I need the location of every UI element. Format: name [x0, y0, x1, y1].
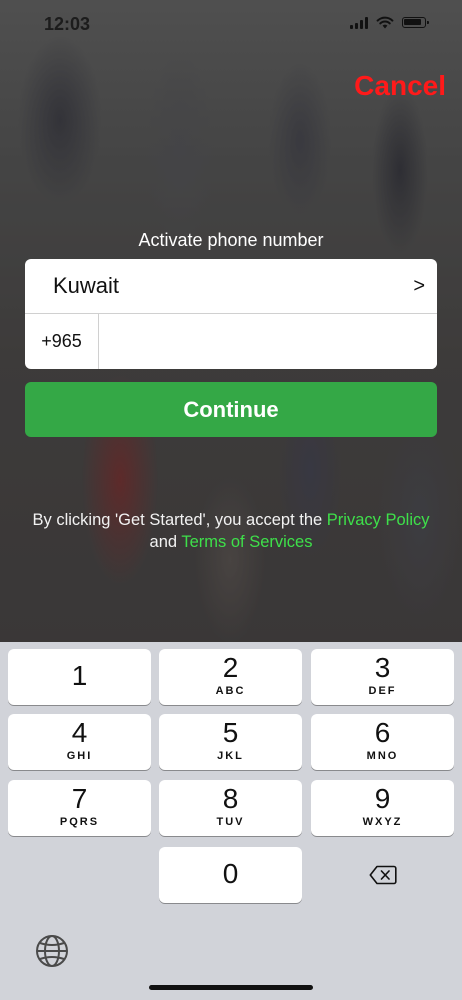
key-4[interactable]: 4 GHI	[8, 714, 151, 770]
key-6[interactable]: 6 MNO	[311, 714, 454, 770]
key-8[interactable]: 8 TUV	[159, 780, 302, 836]
key-digit: 0	[222, 858, 239, 889]
key-letters: JKL	[217, 750, 244, 762]
activation-screen: 12:03 Cancel Activate phone number Kuwai…	[0, 0, 462, 1000]
status-icons	[350, 16, 429, 29]
terms-prefix: By clicking 'Get Started', you accept th…	[32, 511, 323, 529]
cancel-button[interactable]: Cancel	[354, 70, 446, 102]
key-7[interactable]: 7 PQRS	[8, 780, 151, 836]
key-2[interactable]: 2 ABC	[159, 649, 302, 705]
key-digit: 9	[374, 783, 391, 814]
key-3[interactable]: 3 DEF	[311, 649, 454, 705]
key-1[interactable]: 1	[8, 649, 151, 705]
country-name: Kuwait	[53, 273, 120, 298]
phone-row: +965	[25, 314, 437, 369]
phone-number-input[interactable]	[99, 314, 437, 369]
phone-form-card: Kuwait > +965	[25, 259, 437, 369]
wifi-icon	[376, 16, 394, 29]
key-letters: WXYZ	[362, 816, 403, 828]
key-digit: 6	[374, 717, 391, 748]
battery-icon	[402, 17, 429, 28]
key-0[interactable]: 0	[159, 847, 302, 903]
backspace-key[interactable]	[311, 847, 454, 903]
key-letters: TUV	[216, 816, 245, 828]
privacy-policy-link[interactable]: Privacy Policy	[327, 511, 430, 529]
key-letters: PQRS	[59, 816, 100, 828]
home-indicator	[149, 985, 313, 990]
country-selector[interactable]: Kuwait >	[25, 259, 437, 314]
key-digit: 7	[71, 783, 88, 814]
key-digit: 4	[71, 717, 88, 748]
status-time: 12:03	[44, 14, 91, 34]
chevron-right-icon: >	[413, 274, 425, 297]
key-letters: ABC	[215, 685, 246, 697]
key-5[interactable]: 5 JKL	[159, 714, 302, 770]
signal-icon	[350, 16, 368, 29]
key-letters: GHI	[66, 750, 93, 762]
key-digit: 3	[374, 652, 391, 683]
key-digit: 2	[222, 652, 239, 683]
backspace-icon	[369, 865, 397, 885]
key-letters: MNO	[366, 750, 399, 762]
key-9[interactable]: 9 WXYZ	[311, 780, 454, 836]
key-letters: DEF	[368, 685, 397, 697]
key-digit: 5	[222, 717, 239, 748]
terms-text: By clicking 'Get Started', you accept th…	[20, 509, 442, 553]
dial-code[interactable]: +965	[25, 314, 99, 369]
continue-button[interactable]: Continue	[25, 382, 437, 437]
globe-icon[interactable]	[34, 933, 70, 969]
terms-and: and	[149, 533, 178, 551]
key-digit: 1	[71, 660, 88, 691]
key-digit: 8	[222, 783, 239, 814]
activate-title: Activate phone number	[138, 230, 324, 250]
terms-of-service-link[interactable]: Terms of Services	[181, 533, 312, 551]
numeric-keypad: 1 2 ABC 3 DEF 4 GHI 5 JKL 6 MNO 7 PQRS 8…	[0, 642, 462, 1000]
